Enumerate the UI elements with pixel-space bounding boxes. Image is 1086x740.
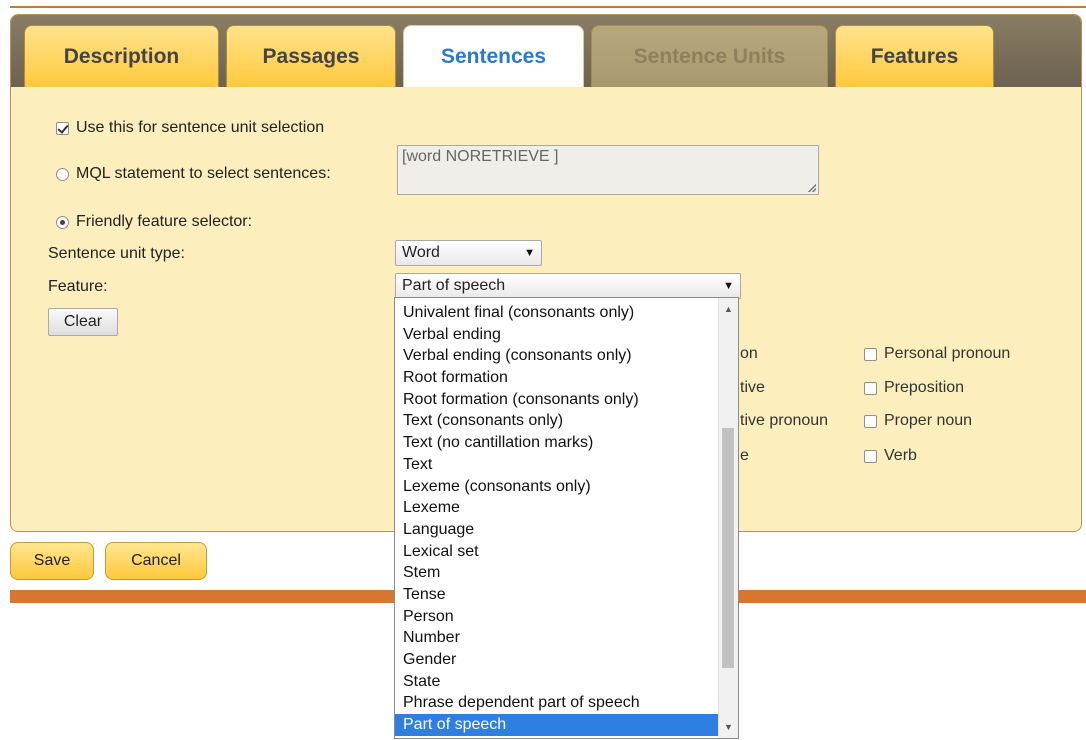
feature-option[interactable]: Verbal ending (consonants only): [395, 345, 718, 367]
feature-option[interactable]: Stem: [395, 562, 718, 584]
feature-option[interactable]: Lexeme: [395, 497, 718, 519]
dropdown-arrow-icon: ▼: [524, 247, 535, 259]
pos-item-partial: tive pronoun: [740, 412, 829, 429]
feature-option[interactable]: State: [395, 671, 718, 693]
pos-item[interactable]: Verb: [864, 447, 917, 465]
friendly-label: Friendly feature selector:: [76, 213, 253, 230]
feature-option[interactable]: Gender: [395, 649, 718, 671]
pos-label: Preposition: [884, 379, 965, 396]
pos-item-partial: e: [740, 447, 749, 464]
pos-item[interactable]: Personal pronoun: [864, 345, 1010, 363]
sentence-unit-type-label: Sentence unit type:: [48, 245, 185, 262]
tab-sentence-units: Sentence Units: [591, 25, 828, 87]
scroll-up-icon[interactable]: ▲: [719, 300, 738, 318]
feature-option[interactable]: Person: [395, 606, 718, 628]
pos-label: Personal pronoun: [884, 345, 1011, 362]
feature-option[interactable]: Lexeme (consonants only): [395, 476, 718, 498]
use-for-selection-checkbox[interactable]: [56, 121, 69, 135]
mql-label: MQL statement to select sentences:: [76, 165, 331, 182]
dropdown-arrow-icon: ▼: [723, 280, 734, 292]
feature-option[interactable]: Part of speech: [395, 714, 718, 736]
feature-option[interactable]: Text (consonants only): [395, 410, 718, 432]
friendly-radio[interactable]: [56, 215, 69, 229]
tab-passages[interactable]: Passages: [226, 25, 396, 87]
pos-checkbox[interactable]: [864, 381, 877, 395]
cancel-button[interactable]: Cancel: [105, 542, 207, 580]
friendly-row: Friendly feature selector:: [56, 213, 252, 231]
feature-option[interactable]: Tense: [395, 584, 718, 606]
pos-label: Verb: [884, 447, 917, 464]
tab-description[interactable]: Description: [24, 25, 219, 87]
feature-options: Univalent final (consonants only) Verbal …: [395, 302, 718, 736]
pos-checkbox[interactable]: [864, 414, 877, 428]
feature-option[interactable]: Univalent final (consonants only): [395, 302, 718, 324]
resize-grip-icon[interactable]: [808, 184, 816, 192]
mql-textarea[interactable]: [word NORETRIEVE ]: [397, 145, 819, 195]
mql-radio[interactable]: [56, 167, 69, 181]
top-rule: [10, 6, 1086, 8]
pos-item-partial: on: [740, 345, 758, 362]
feature-option[interactable]: Phrase dependent part of speech: [395, 692, 718, 714]
feature-select[interactable]: Part of speech ▼: [395, 273, 741, 299]
tab-features[interactable]: Features: [835, 25, 994, 87]
feature-option[interactable]: Root formation (consonants only): [395, 389, 718, 411]
sentence-unit-type-value: Word: [402, 244, 440, 261]
feature-label: Feature:: [48, 278, 108, 295]
scroll-thumb[interactable]: [722, 428, 734, 668]
feature-option[interactable]: Number: [395, 627, 718, 649]
pos-checkbox[interactable]: [864, 347, 877, 361]
feature-option[interactable]: Lexical set: [395, 541, 718, 563]
feature-option[interactable]: Language: [395, 519, 718, 541]
feature-option[interactable]: Text (no cantillation marks): [395, 432, 718, 454]
feature-option[interactable]: Text: [395, 454, 718, 476]
pos-checkbox[interactable]: [864, 449, 877, 463]
tab-bar: Description Passages Sentences Sentence …: [11, 15, 1081, 87]
pos-item[interactable]: Preposition: [864, 379, 964, 397]
pos-item-partial: tive: [740, 379, 765, 396]
sentence-unit-type-select[interactable]: Word ▼: [395, 240, 542, 266]
tab-sentences[interactable]: Sentences: [403, 25, 584, 87]
feature-option[interactable]: Verbal ending: [395, 324, 718, 346]
use-for-selection-label: Use this for sentence unit selection: [76, 119, 325, 136]
pos-item[interactable]: Proper noun: [864, 412, 972, 430]
use-for-selection-row: Use this for sentence unit selection: [56, 119, 324, 137]
feature-dropdown-list[interactable]: Univalent final (consonants only) Verbal …: [394, 297, 739, 739]
feature-select-value: Part of speech: [402, 277, 506, 294]
mql-textarea-value: [word NORETRIEVE ]: [402, 148, 559, 165]
clear-button[interactable]: Clear: [48, 308, 118, 336]
scroll-down-icon[interactable]: ▼: [719, 718, 738, 736]
save-button[interactable]: Save: [10, 542, 94, 580]
mql-row: MQL statement to select sentences:: [56, 165, 331, 183]
pos-label: Proper noun: [884, 412, 973, 429]
feature-option[interactable]: Root formation: [395, 367, 718, 389]
dropdown-scrollbar[interactable]: ▲ ▼: [718, 298, 738, 738]
